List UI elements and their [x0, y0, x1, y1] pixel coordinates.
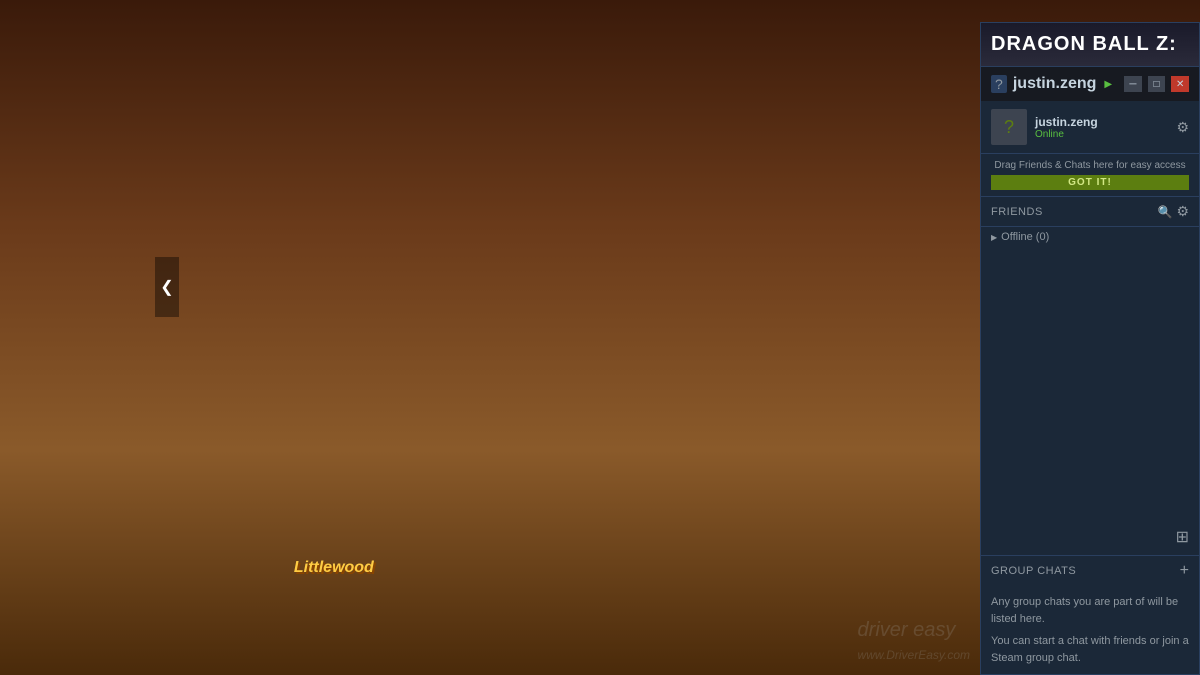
offline-section[interactable]: ▶ Offline (0)	[981, 227, 1199, 247]
friends-list-header: FRIENDS 🔍 ⚙	[981, 197, 1199, 227]
friends-panel: DRAGON BALL Z: ? justin.zeng ▶ ─ □ ✕ ? j…	[980, 112, 1200, 675]
banner-prev-button[interactable]: ❮	[155, 257, 179, 317]
offline-label: Offline (0)	[1001, 231, 1049, 243]
windows-icon: ⊞	[1176, 527, 1189, 547]
group-chats-body: Any group chats you are part of will be …	[981, 586, 1199, 674]
settings-icon[interactable]: ⚙	[1176, 119, 1189, 136]
littlewood-title-art: Littlewood	[294, 559, 374, 581]
group-chats-info-2: You can start a chat with friends or joi…	[991, 633, 1189, 666]
add-friend-icon[interactable]: ⚙	[1176, 203, 1189, 220]
friends-spacer	[981, 247, 1199, 519]
user-info: justin.zeng Online	[1035, 115, 1168, 140]
group-chats-add-button[interactable]: +	[1180, 562, 1189, 580]
group-chats-header: GROUP CHATS +	[981, 556, 1199, 586]
user-avatar: ?	[991, 112, 1027, 145]
got-it-button[interactable]: GOT IT!	[991, 175, 1189, 190]
user-status: Online	[1035, 129, 1168, 140]
search-friends-icon[interactable]: 🔍	[1157, 205, 1172, 219]
user-display-name: justin.zeng	[1035, 115, 1168, 129]
main-layout: STEAM GIFT CARDS Now Available on Steam …	[0, 112, 1200, 675]
friends-list-title: FRIENDS	[991, 206, 1153, 218]
group-chats-title: GROUP CHATS	[991, 565, 1180, 577]
friends-drag-area: Drag Friends & Chats here for easy acces…	[981, 154, 1199, 197]
group-chats-section: GROUP CHATS + Any group chats you are pa…	[981, 555, 1199, 674]
user-row: ? justin.zeng Online ⚙	[981, 112, 1199, 154]
group-chats-info-1: Any group chats you are part of will be …	[991, 594, 1189, 627]
drag-text: Drag Friends & Chats here for easy acces…	[991, 160, 1189, 171]
collapse-icon: ▶	[991, 233, 997, 242]
windows-icon-area: ⊞	[981, 519, 1199, 555]
